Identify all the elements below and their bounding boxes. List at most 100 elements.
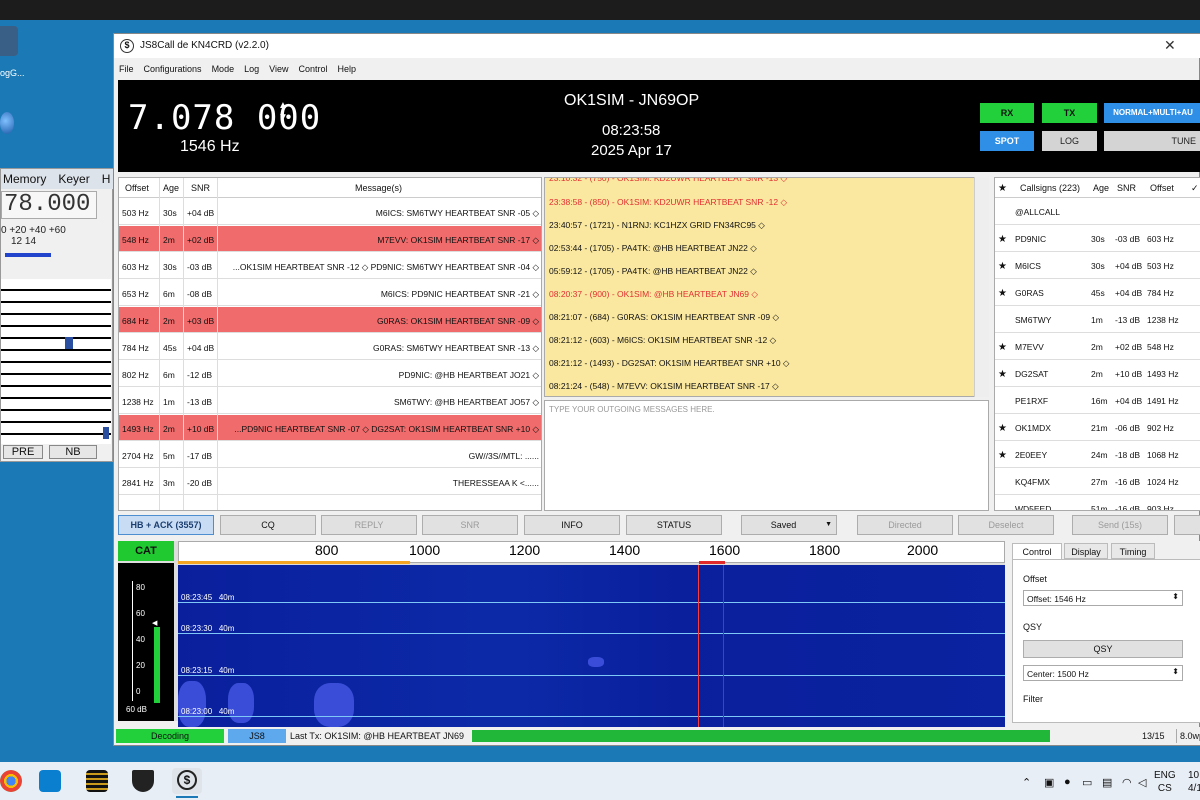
callsign-row[interactable]: SM6TWY 1m -13 dB 1238 Hz xyxy=(995,306,1200,333)
tab-display[interactable]: Display xyxy=(1064,543,1108,559)
rx-indicator[interactable]: RX xyxy=(980,103,1034,123)
menu-view[interactable]: View xyxy=(269,64,288,74)
menu-mode[interactable]: Mode xyxy=(212,64,235,74)
col-snr[interactable]: SNR xyxy=(1117,183,1136,193)
vscode-icon[interactable] xyxy=(39,770,61,792)
menu-file[interactable]: File xyxy=(119,64,134,74)
log-message[interactable]: 08:21:12 - (1493) - DG2SAT: OK1SIM HEART… xyxy=(549,358,789,369)
callsign-row[interactable]: ★ PD9NIC 30s -03 dB 603 Hz xyxy=(995,225,1200,252)
frequency-stepper-icon[interactable]: ▲ ▼ xyxy=(278,100,288,124)
desktop-globe-icon[interactable] xyxy=(0,112,14,134)
log-message[interactable]: 02:53:44 - (1705) - PA4TK: @HB HEARTBEAT… xyxy=(549,243,757,254)
frequency-ruler[interactable]: 800 1000 1200 1400 1600 1800 2000 xyxy=(178,541,1005,563)
log-button[interactable]: LOG xyxy=(1042,131,1097,151)
microphone-icon[interactable]: ● xyxy=(1064,776,1071,788)
chevron-up-icon[interactable]: ⌃ xyxy=(1022,776,1031,789)
send-button[interactable]: Send (15s) xyxy=(1072,515,1168,535)
col-age[interactable]: Age xyxy=(163,183,179,193)
spot-button[interactable]: SPOT xyxy=(980,131,1034,151)
log-message[interactable]: 23:10:32 - (750) - OK1SIM: KD2UWR HEARTB… xyxy=(549,178,787,184)
device-icon[interactable]: ▣ xyxy=(1044,776,1054,789)
desktop-app-icon[interactable] xyxy=(0,26,18,56)
menu-control[interactable]: Control xyxy=(298,64,327,74)
wifi-icon[interactable]: ◠ xyxy=(1122,776,1132,789)
message-log-scrollbar[interactable] xyxy=(974,177,989,397)
status-button[interactable]: STATUS xyxy=(626,515,722,535)
bg-menu-keyer[interactable]: Keyer xyxy=(58,172,89,186)
bg-slider-knob[interactable] xyxy=(65,337,73,349)
tune-button[interactable]: TUNE xyxy=(1104,131,1200,151)
shield-icon[interactable] xyxy=(132,770,154,792)
window-title: JS8Call de KN4CRD (v2.2.0) xyxy=(140,40,269,51)
info-button[interactable]: INFO xyxy=(524,515,620,535)
bg-nb-button[interactable]: NB xyxy=(49,445,97,459)
callsign-row[interactable]: ★ G0RAS 45s +04 dB 784 Hz xyxy=(995,279,1200,306)
col-offset[interactable]: Offset xyxy=(125,183,149,193)
col-offset[interactable]: Offset xyxy=(1150,183,1174,193)
dial-frequency[interactable]: 7.078 000 xyxy=(128,98,321,138)
offset-spinbox[interactable]: Offset: 1546 Hz ⬍ xyxy=(1023,590,1183,606)
col-snr[interactable]: SNR xyxy=(191,183,210,193)
mode-button[interactable]: NORMAL+MULTI+AU xyxy=(1104,103,1200,123)
bg-slider-knob[interactable] xyxy=(103,427,109,439)
extra-button[interactable] xyxy=(1174,515,1200,535)
directed-button[interactable]: Directed xyxy=(857,515,953,535)
tx-indicator[interactable]: TX xyxy=(1042,103,1097,123)
log-message[interactable]: 08:20:37 - (900) - OK1SIM: @HB HEARTBEAT… xyxy=(549,289,758,300)
center-spinbox[interactable]: Center: 1500 Hz ⬍ xyxy=(1023,665,1183,681)
callsign-row[interactable]: ★ 2E0EEY 24m -18 dB 1068 Hz xyxy=(995,441,1200,468)
close-icon[interactable]: ✕ xyxy=(1164,37,1176,54)
terminal-app-icon[interactable] xyxy=(86,770,108,792)
deselect-button[interactable]: Deselect xyxy=(958,515,1054,535)
volume-icon[interactable]: ◁ xyxy=(1138,776,1146,789)
period-time: 08:23:15 xyxy=(181,666,213,675)
waterfall-display[interactable]: 08:23:45 40m 08:23:30 40m 08:23:15 40m 0… xyxy=(178,565,1005,729)
bg-menu-h[interactable]: H xyxy=(102,172,111,186)
offset-cell: 503 Hz xyxy=(122,208,149,218)
chrome-icon[interactable] xyxy=(0,770,22,792)
log-message[interactable]: 23:40:57 - (1721) - N1RNJ: KC1HZX GRID F… xyxy=(549,220,765,231)
callsign-row[interactable]: @ALLCALL xyxy=(995,198,1200,225)
qsy-button[interactable]: QSY xyxy=(1023,640,1183,658)
callsign-row[interactable]: KQ4FMX 27m -16 dB 1024 Hz xyxy=(995,468,1200,495)
js8call-taskbar-icon[interactable]: $ xyxy=(172,768,202,794)
snr-button[interactable]: SNR xyxy=(422,515,518,535)
bg-pre-button[interactable]: PRE xyxy=(3,445,43,459)
language-indicator[interactable]: ENG CS xyxy=(1154,769,1176,795)
reply-button[interactable]: REPLY xyxy=(321,515,417,535)
col-callsigns[interactable]: Callsigns (223) xyxy=(1020,183,1080,193)
callsign-row[interactable]: ★ M7EVV 2m +02 dB 548 Hz xyxy=(995,333,1200,360)
log-message[interactable]: 23:38:58 - (850) - OK1SIM: KD2UWR HEARTB… xyxy=(549,197,787,208)
saved-dropdown[interactable]: Saved ▼ xyxy=(741,515,837,535)
menu-log[interactable]: Log xyxy=(244,64,259,74)
menu-help[interactable]: Help xyxy=(337,64,356,74)
spin-arrows-icon[interactable]: ⬍ xyxy=(1172,667,1179,676)
battery-icon[interactable]: ▭ xyxy=(1082,776,1092,789)
bg-menu-memory[interactable]: Memory xyxy=(3,172,46,186)
cat-indicator[interactable]: CAT xyxy=(118,541,174,561)
message-log[interactable]: 23:10:32 - (750) - OK1SIM: KD2UWR HEARTB… xyxy=(544,177,989,397)
callsign-row[interactable]: ★ DG2SAT 2m +10 dB 1493 Hz xyxy=(995,360,1200,387)
col-messages[interactable]: Message(s) xyxy=(355,183,402,193)
hb-ack-button[interactable]: HB + ACK (3557) xyxy=(118,515,214,535)
spin-arrows-icon[interactable]: ⬍ xyxy=(1172,592,1179,601)
clock[interactable]: 10 4/1 xyxy=(1188,769,1200,795)
log-message[interactable]: 08:21:12 - (603) - M6ICS: OK1SIM HEARTBE… xyxy=(549,335,776,346)
callsign-row[interactable]: ★ M6ICS 30s +04 dB 503 Hz xyxy=(995,252,1200,279)
log-message[interactable]: 08:21:07 - (684) - G0RAS: OK1SIM HEARTBE… xyxy=(549,312,779,323)
cq-button[interactable]: CQ xyxy=(220,515,316,535)
log-message[interactable]: 08:21:24 - (548) - M7EVV: OK1SIM HEARTBE… xyxy=(549,381,779,392)
log-message[interactable]: 05:59:12 - (1705) - PA4TK: @HB HEARTBEAT… xyxy=(549,266,757,277)
callsign-cell: M7EVV xyxy=(1015,342,1044,352)
age-cell: 21m xyxy=(1091,423,1108,433)
display-icon[interactable]: ▤ xyxy=(1102,776,1112,789)
tab-control[interactable]: Control xyxy=(1012,543,1062,559)
col-age[interactable]: Age xyxy=(1093,183,1109,193)
compose-input[interactable]: TYPE YOUR OUTGOING MESSAGES HERE. xyxy=(544,400,989,511)
menu-configurations[interactable]: Configurations xyxy=(144,64,202,74)
age-cell: 30s xyxy=(1091,234,1105,244)
tab-timing[interactable]: Timing xyxy=(1111,543,1155,559)
callsign-row[interactable]: ★ OK1MDX 21m -06 dB 902 Hz xyxy=(995,414,1200,441)
callsign-row[interactable]: PE1RXF 16m +04 dB 1491 Hz xyxy=(995,387,1200,414)
callsign-row[interactable]: WD5EED 51m -16 dB 903 Hz xyxy=(995,495,1200,510)
